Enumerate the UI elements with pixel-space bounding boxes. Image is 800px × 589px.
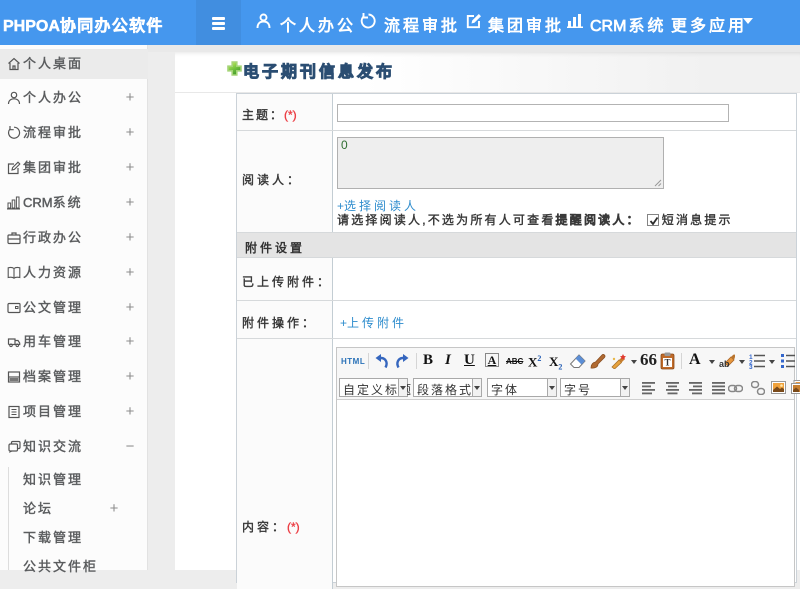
svg-text:ab: ab xyxy=(719,359,730,369)
svg-text:3: 3 xyxy=(749,364,753,369)
svg-text:T: T xyxy=(664,358,670,368)
